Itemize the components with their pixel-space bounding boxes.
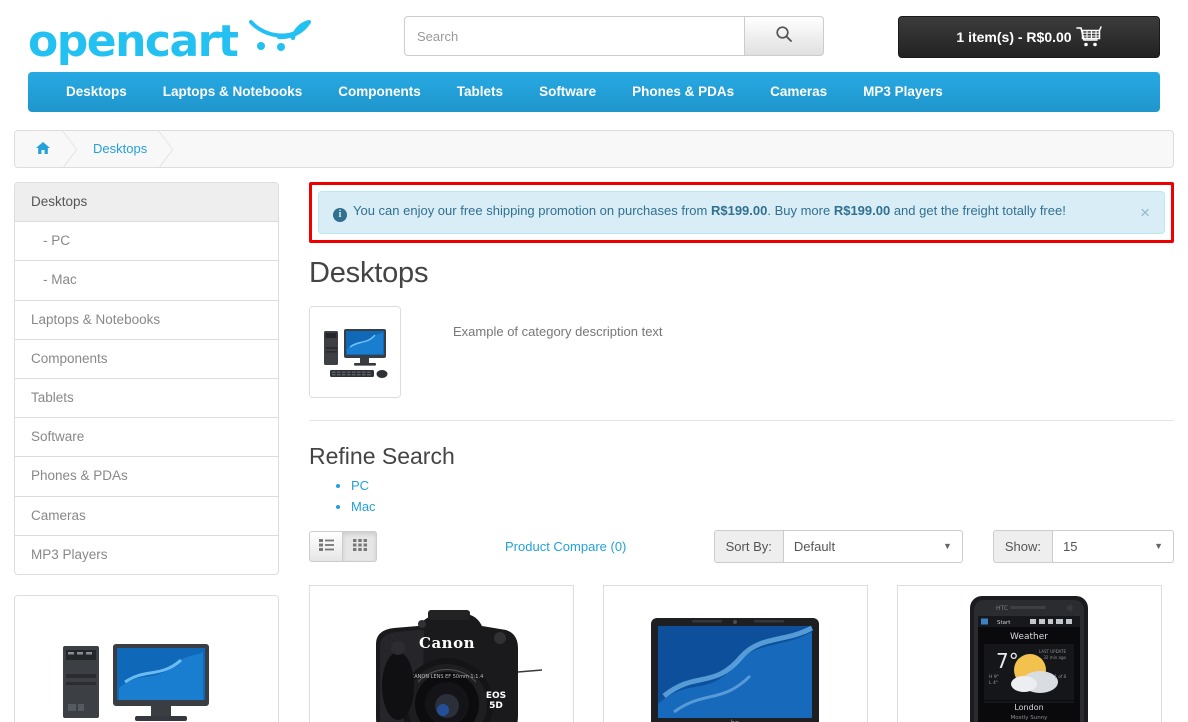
breadcrumb-home[interactable] — [15, 131, 73, 167]
product-toolbar: Product Compare (0) Sort By: Default ▼ S… — [309, 530, 1174, 563]
show-value: 15 — [1063, 539, 1078, 554]
refine-link-mac[interactable]: Mac — [351, 499, 376, 514]
refine-item-pc: PC — [351, 478, 1174, 493]
category-description: Example of category description text — [453, 324, 663, 339]
nav-item-tablets[interactable]: Tablets — [439, 72, 521, 112]
sidebar-item-mp3-players[interactable]: MP3 Players — [15, 536, 278, 574]
svg-text:H 9°: H 9° — [989, 674, 999, 680]
product-grid: Canon CANON LENS EF 50mm 1:1.4 EOS 5D HT… — [309, 585, 1174, 722]
svg-text:Canon: Canon — [419, 634, 475, 652]
nav-item-laptops-notebooks[interactable]: Laptops & Notebooks — [145, 72, 321, 112]
logo-text: opencart — [28, 16, 239, 67]
site-header: opencart Search 1 item(s) - R$0.00 — [14, 0, 1174, 72]
breadcrumb: Desktops — [14, 130, 1174, 168]
svg-text:EOS: EOS — [486, 691, 506, 701]
list-view-button[interactable] — [309, 531, 343, 562]
alert-amount-1: R$199.00 — [710, 203, 768, 218]
sidebar-item-cameras[interactable]: Cameras — [15, 497, 278, 536]
product-compare-link[interactable]: Product Compare (0) — [505, 539, 626, 554]
page-body: Desktops - PC - Mac Laptops & Notebooks … — [14, 182, 1174, 722]
cart-area: 1 item(s) - R$0.00 — [834, 10, 1174, 58]
sidebar: Desktops - PC - Mac Laptops & Notebooks … — [14, 182, 279, 722]
sidebar-item-mac[interactable]: - Mac — [15, 261, 278, 301]
logo[interactable]: opencart — [14, 10, 404, 64]
svg-text:1 of 8: 1 of 8 — [1055, 674, 1067, 679]
alert-text-2: . Buy more — [767, 203, 834, 218]
product-tile-camera[interactable]: Canon CANON LENS EF 50mm 1:1.4 EOS 5D — [309, 585, 574, 722]
cart-swoosh-icon — [245, 16, 315, 64]
refine-search-list: PC Mac — [309, 478, 1174, 514]
svg-text:Weather: Weather — [1010, 632, 1048, 642]
content-divider — [309, 420, 1174, 421]
alert-highlight-box: i You can enjoy our free shipping promoti… — [309, 182, 1174, 243]
svg-text:CANON LENS EF 50mm 1:1.4: CANON LENS EF 50mm 1:1.4 — [411, 674, 484, 680]
breadcrumb-item-desktops[interactable]: Desktops — [73, 131, 169, 167]
sort-by-group: Sort By: Default ▼ — [713, 530, 963, 563]
view-toggle-group — [309, 531, 377, 562]
sort-by-value: Default — [793, 539, 836, 554]
svg-text:L 4°: L 4° — [989, 680, 998, 686]
sidebar-item-tablets[interactable]: Tablets — [15, 379, 278, 419]
alert-text-3: and get the freight totally free! — [890, 203, 1066, 218]
show-group: Show: 15 ▼ — [992, 530, 1174, 563]
svg-text:Mostly Sunny: Mostly Sunny — [1011, 715, 1049, 721]
navbar: Desktops Laptops & Notebooks Components … — [28, 72, 1160, 112]
info-circle-icon: i — [333, 208, 347, 222]
svg-text:Start: Start — [997, 620, 1011, 626]
refine-item-mac: Mac — [351, 499, 1174, 514]
nav-item-mp3-players[interactable]: MP3 Players — [845, 72, 961, 112]
grid-view-icon — [352, 538, 367, 556]
svg-text:HTC: HTC — [996, 605, 1008, 612]
home-icon — [35, 132, 51, 154]
nav-item-components[interactable]: Components — [320, 72, 439, 112]
nav-item-phones-pdas[interactable]: Phones & PDAs — [614, 72, 752, 112]
sidebar-item-desktops[interactable]: Desktops — [15, 183, 278, 223]
main-navigation: Desktops Laptops & Notebooks Components … — [14, 72, 1174, 112]
page-title: Desktops — [309, 257, 429, 289]
shipping-promotion-alert: i You can enjoy our free shipping promoti… — [318, 191, 1165, 234]
sidebar-item-components[interactable]: Components — [15, 340, 278, 379]
category-list: Desktops - PC - Mac Laptops & Notebooks … — [14, 182, 279, 575]
shopping-cart-icon — [1075, 26, 1102, 48]
cart-button[interactable]: 1 item(s) - R$0.00 — [898, 16, 1160, 58]
product-tile-laptop[interactable]: hp — [603, 585, 868, 722]
opencart-category-page: opencart Search 1 item(s) - R$0.00 Deskt… — [0, 0, 1188, 722]
sidebar-banner[interactable] — [14, 594, 279, 722]
list-view-icon — [318, 538, 334, 556]
alert-close-button[interactable]: × — [1128, 204, 1150, 221]
nav-item-desktops[interactable]: Desktops — [48, 72, 145, 112]
search-button[interactable] — [744, 16, 824, 56]
show-select[interactable]: 15 ▼ — [1052, 530, 1174, 563]
nav-item-cameras[interactable]: Cameras — [752, 72, 845, 112]
show-label: Show: — [992, 530, 1052, 563]
svg-text:32 min ago: 32 min ago — [1043, 655, 1066, 660]
sidebar-item-laptops-notebooks[interactable]: Laptops & Notebooks — [15, 301, 278, 340]
search-input[interactable] — [404, 16, 744, 56]
main-content: i You can enjoy our free shipping promoti… — [279, 182, 1174, 722]
cart-total-label: 1 item(s) - R$0.00 — [956, 29, 1072, 45]
product-tile-phone[interactable]: HTC Start Weather 7° H 9° L 4° LAST UPDA… — [897, 585, 1162, 722]
refine-search-title: Refine Search — [309, 443, 455, 469]
search-icon — [775, 25, 793, 48]
search-area — [404, 10, 834, 56]
chevron-down-icon: ▼ — [1154, 541, 1163, 551]
refine-link-pc[interactable]: PC — [351, 478, 369, 493]
sidebar-item-software[interactable]: Software — [15, 418, 278, 458]
sort-by-select[interactable]: Default ▼ — [782, 530, 963, 563]
svg-text:London: London — [1014, 703, 1043, 712]
grid-view-button[interactable] — [343, 531, 377, 562]
category-thumbnail — [309, 306, 401, 398]
chevron-down-icon: ▼ — [942, 541, 952, 551]
svg-text:5D: 5D — [489, 701, 503, 711]
svg-text:LAST UPDATE: LAST UPDATE — [1039, 649, 1067, 654]
alert-amount-2: R$199.00 — [833, 203, 891, 218]
alert-text-1: You can enjoy our free shipping promotio… — [353, 203, 711, 218]
sidebar-item-pc[interactable]: - PC — [15, 222, 278, 262]
sort-by-label: Sort By: — [713, 530, 783, 563]
category-description-row: Example of category description text — [309, 306, 1174, 398]
sidebar-item-phones-pdas[interactable]: Phones & PDAs — [15, 457, 278, 497]
alert-message: i You can enjoy our free shipping promoti… — [333, 203, 1128, 222]
nav-item-software[interactable]: Software — [521, 72, 614, 112]
